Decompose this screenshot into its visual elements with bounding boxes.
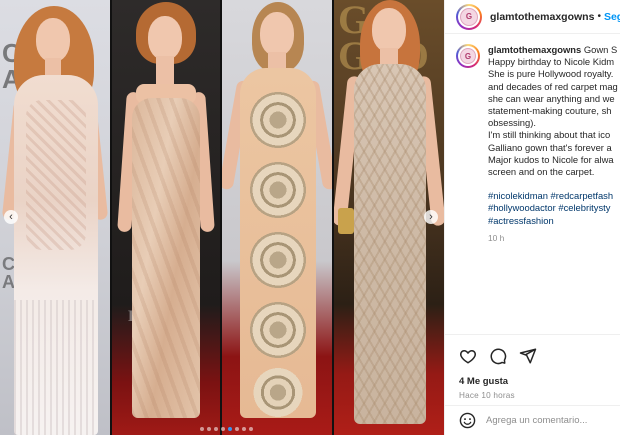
carousel-dot [249, 427, 253, 431]
carousel-dot [207, 427, 211, 431]
caption-timestamp: 10 h [488, 232, 505, 243]
carousel-indicator [200, 427, 253, 431]
follow-button[interactable]: Seguir [604, 11, 620, 23]
hashtags: #nicolekidman #redcarpetfash #hollywooda… [488, 190, 620, 227]
like-count[interactable]: 4 Me gusta [459, 376, 610, 387]
carousel-dot [235, 427, 239, 431]
caption-text: glamtothemaxgowns Gown S Happy birthday … [488, 44, 620, 244]
hashtag-link[interactable]: #hollywoodactor #celebritysty [488, 202, 620, 214]
caption-line: She is pure Hollywood royalty. [488, 68, 614, 80]
carousel-dot [228, 427, 232, 431]
chevron-left-icon: ‹ [9, 211, 13, 223]
caption-line: Major kudos to Nicole for alwa [488, 153, 614, 165]
comment-input[interactable] [486, 415, 616, 426]
carousel-dot [221, 427, 225, 431]
post-caption: G glamtothemaxgowns Gown S Happy birthda… [456, 44, 620, 244]
comment-bar [445, 405, 620, 435]
caption-line: she can wear anything and we [488, 92, 615, 104]
carousel-photo-3 [222, 0, 332, 435]
carousel-dot [200, 427, 204, 431]
caption-line: I'm still thinking about that ico [488, 129, 611, 141]
post-header: G glamtothemaxgowns • Seguir [445, 0, 620, 34]
carousel-dot [242, 427, 246, 431]
post-media-carousel[interactable]: CMAAW CMAAW EX GOGLO [0, 0, 444, 435]
caption-line: Galliano gown that's forever a [488, 141, 612, 153]
caption-username[interactable]: glamtothemaxgowns [488, 44, 581, 55]
hashtag-link[interactable]: #nicolekidman #redcarpetfash [488, 190, 620, 202]
share-icon[interactable] [519, 347, 537, 365]
hashtag-link[interactable]: #actressfashion [488, 215, 620, 227]
caption-line: obsessing). [488, 117, 536, 129]
carousel-next-button[interactable]: › [424, 210, 438, 224]
caption-line: and decades of red carpet mag [488, 80, 618, 92]
caption-line: screen and on the carpet. [488, 166, 595, 178]
post-date: Hace 10 horas [459, 391, 515, 400]
caption-line: Happy birthday to Nicole Kidm [488, 56, 615, 68]
caption-line: statement-making couture, sh [488, 105, 612, 117]
post-sidebar: G glamtothemaxgowns • Seguir G glamtothe… [444, 0, 620, 435]
comment-icon[interactable] [489, 347, 507, 365]
carousel-prev-button[interactable]: ‹ [4, 210, 18, 224]
heart-icon[interactable] [459, 347, 477, 365]
post-actions: 4 Me gusta Hace 10 horas [445, 334, 620, 400]
separator: • [597, 11, 601, 22]
caption-line: Gown S [583, 44, 618, 55]
emoji-icon[interactable] [459, 412, 476, 429]
username-link[interactable]: glamtothemaxgowns [490, 11, 594, 23]
avatar[interactable]: G [456, 3, 482, 30]
avatar[interactable]: G [456, 44, 480, 68]
carousel-photo-2: EX [112, 0, 220, 435]
chevron-right-icon: › [429, 211, 433, 223]
carousel-dot [214, 427, 218, 431]
